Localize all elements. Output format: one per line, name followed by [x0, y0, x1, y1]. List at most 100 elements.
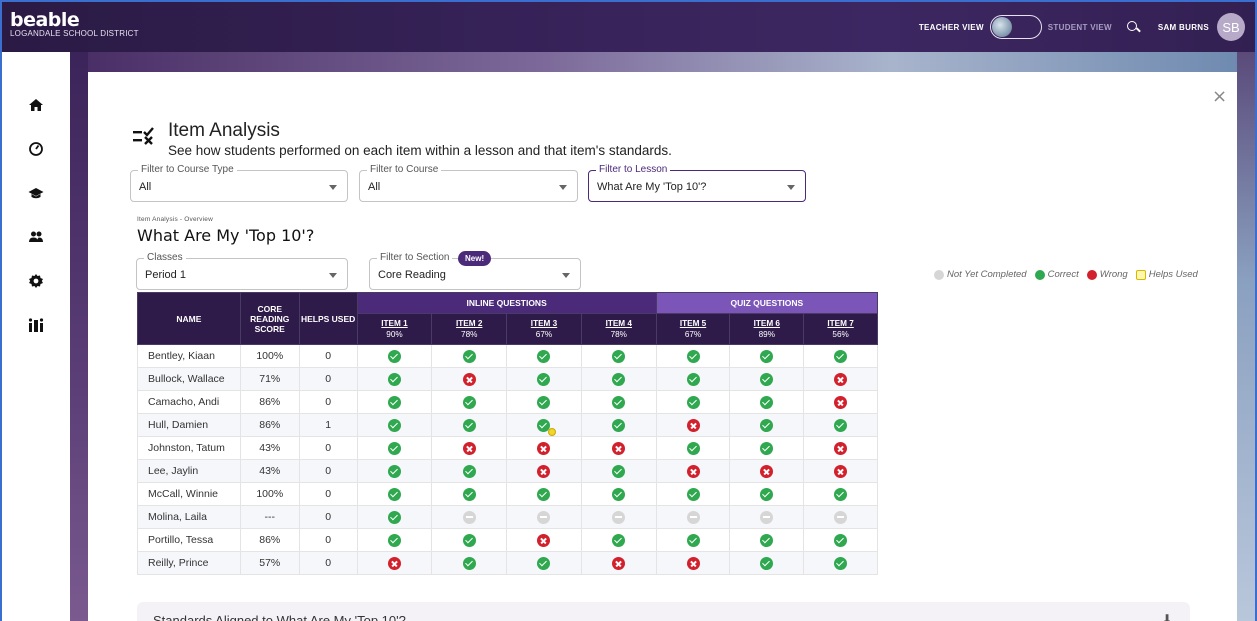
result-cell[interactable] [356, 505, 433, 529]
result-cell[interactable] [580, 528, 657, 552]
result-cell[interactable] [655, 413, 731, 437]
result-cell[interactable] [803, 344, 878, 368]
result-cell[interactable] [655, 367, 731, 391]
item-header-label[interactable]: ITEM 7 [827, 319, 853, 328]
result-cell[interactable] [580, 413, 657, 437]
result-cell[interactable] [803, 551, 878, 575]
result-cell[interactable] [506, 505, 582, 529]
result-cell[interactable] [803, 367, 878, 391]
download-icon[interactable]: ⬇ [1162, 612, 1172, 621]
result-cell[interactable] [431, 551, 508, 575]
result-cell[interactable] [729, 482, 805, 506]
result-cell[interactable] [580, 505, 657, 529]
logo[interactable]: beable LOGANDALE SCHOOL DISTRICT [10, 11, 139, 39]
result-cell[interactable] [506, 367, 582, 391]
close-icon[interactable]: × [1212, 86, 1227, 107]
avatar[interactable]: SB [1217, 13, 1245, 41]
result-cell[interactable] [431, 436, 508, 460]
result-cell[interactable] [506, 528, 582, 552]
dashboard-icon[interactable] [28, 141, 44, 157]
search-icon[interactable] [1126, 20, 1140, 34]
col-name-header[interactable]: NAME [137, 292, 241, 345]
result-cell[interactable] [803, 390, 878, 414]
people-icon[interactable] [28, 229, 44, 245]
result-cell[interactable] [803, 505, 878, 529]
result-cell[interactable] [431, 505, 508, 529]
result-cell[interactable] [431, 459, 508, 483]
item-header[interactable]: ITEM 6 89% [729, 313, 805, 345]
result-cell[interactable] [431, 367, 508, 391]
result-cell[interactable] [803, 482, 878, 506]
result-cell[interactable] [729, 390, 805, 414]
item-header-label[interactable]: ITEM 4 [606, 319, 632, 328]
result-cell[interactable] [580, 344, 657, 368]
view-toggle[interactable] [989, 15, 1042, 39]
result-cell[interactable] [803, 413, 878, 437]
result-cell[interactable] [506, 413, 582, 437]
result-cell[interactable] [506, 459, 582, 483]
result-cell[interactable] [729, 367, 805, 391]
result-cell[interactable] [803, 436, 878, 460]
result-cell[interactable] [356, 482, 433, 506]
item-header[interactable]: ITEM 3 67% [506, 313, 582, 345]
result-cell[interactable] [356, 459, 433, 483]
result-cell[interactable] [506, 344, 582, 368]
col-score-header[interactable]: CORE READING SCORE [239, 292, 300, 345]
result-cell[interactable] [655, 436, 731, 460]
result-cell[interactable] [506, 482, 582, 506]
result-cell[interactable] [431, 482, 508, 506]
result-cell[interactable] [580, 367, 657, 391]
result-cell[interactable] [356, 413, 433, 437]
result-cell[interactable] [580, 436, 657, 460]
item-header-label[interactable]: ITEM 3 [531, 319, 557, 328]
lesson-filter[interactable]: Filter to Lesson What Are My 'Top 10'? [588, 164, 806, 202]
result-cell[interactable] [356, 436, 433, 460]
result-cell[interactable] [580, 551, 657, 575]
result-cell[interactable] [431, 390, 508, 414]
user-name[interactable]: SAM BURNS [1158, 23, 1209, 32]
result-cell[interactable] [803, 459, 878, 483]
result-cell[interactable] [431, 528, 508, 552]
result-cell[interactable] [580, 459, 657, 483]
result-cell[interactable] [729, 413, 805, 437]
result-cell[interactable] [506, 551, 582, 575]
result-cell[interactable] [356, 528, 433, 552]
result-cell[interactable] [729, 551, 805, 575]
result-cell[interactable] [431, 344, 508, 368]
classes-filter[interactable]: Classes Period 1 [136, 252, 348, 290]
item-header[interactable]: ITEM 7 56% [803, 313, 878, 345]
result-cell[interactable] [729, 344, 805, 368]
result-cell[interactable] [580, 390, 657, 414]
result-cell[interactable] [431, 413, 508, 437]
result-cell[interactable] [356, 367, 433, 391]
result-cell[interactable] [729, 528, 805, 552]
item-header[interactable]: ITEM 1 90% [356, 313, 433, 345]
result-cell[interactable] [356, 344, 433, 368]
result-cell[interactable] [580, 482, 657, 506]
item-header[interactable]: ITEM 5 67% [655, 313, 731, 345]
result-cell[interactable] [729, 505, 805, 529]
section-filter[interactable]: Filter to Section New! Core Reading [369, 251, 581, 290]
home-icon[interactable] [28, 97, 44, 113]
item-header[interactable]: ITEM 4 78% [580, 313, 657, 345]
result-cell[interactable] [506, 390, 582, 414]
item-header-label[interactable]: ITEM 2 [456, 319, 482, 328]
item-header-label[interactable]: ITEM 5 [680, 319, 706, 328]
standards-section[interactable]: Standards Aligned to What Are My 'Top 10… [137, 602, 1190, 621]
course-type-filter[interactable]: Filter to Course Type All [130, 164, 348, 202]
result-cell[interactable] [356, 551, 433, 575]
result-cell[interactable] [506, 436, 582, 460]
item-header-label[interactable]: ITEM 1 [381, 319, 407, 328]
analytics-icon[interactable] [28, 317, 44, 333]
result-cell[interactable] [655, 482, 731, 506]
result-cell[interactable] [655, 528, 731, 552]
result-cell[interactable] [655, 551, 731, 575]
result-cell[interactable] [655, 390, 731, 414]
result-cell[interactable] [729, 459, 805, 483]
item-header-label[interactable]: ITEM 6 [754, 319, 780, 328]
result-cell[interactable] [655, 505, 731, 529]
item-header[interactable]: ITEM 2 78% [431, 313, 508, 345]
graduation-cap-icon[interactable] [28, 185, 44, 201]
result-cell[interactable] [803, 528, 878, 552]
result-cell[interactable] [655, 344, 731, 368]
